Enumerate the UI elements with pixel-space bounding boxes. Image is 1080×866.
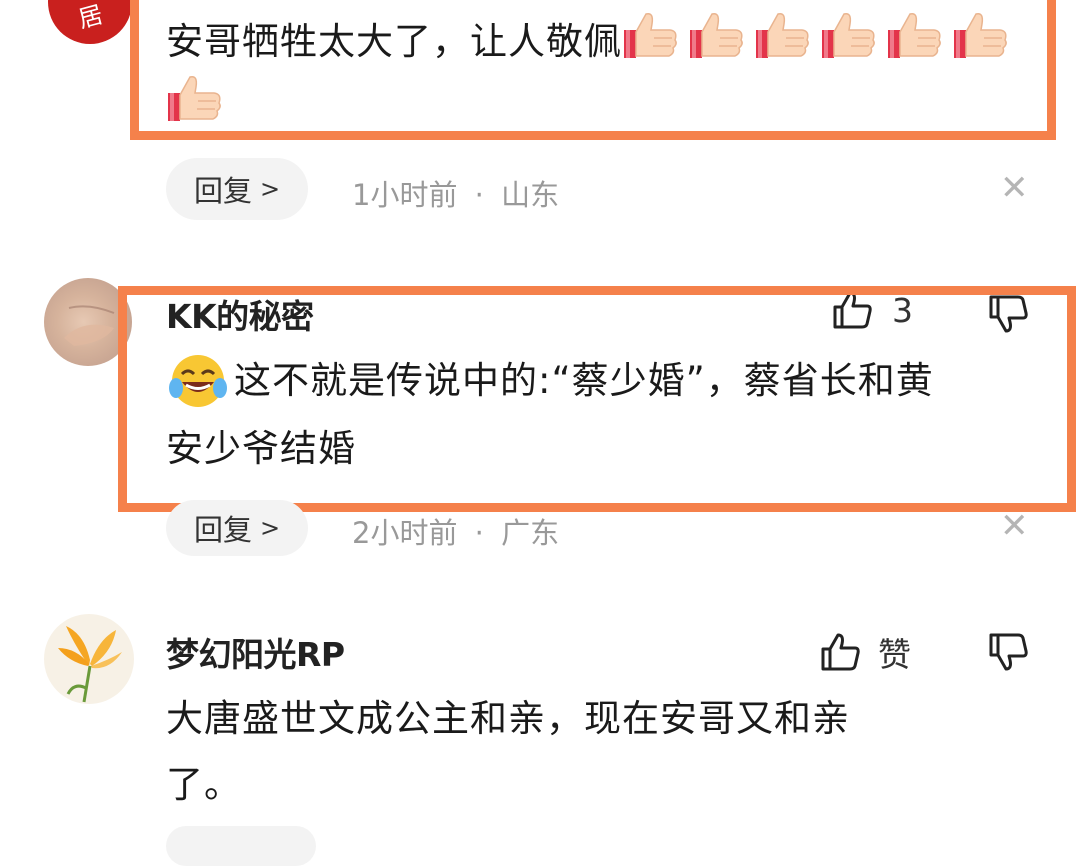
like-button[interactable]: 赞 — [820, 628, 911, 676]
close-icon[interactable]: ✕ — [1000, 506, 1029, 546]
comment-text: 大唐盛世文成公主和亲，现在安哥又和亲 — [166, 688, 1046, 750]
avatar[interactable] — [44, 614, 134, 704]
comment-time: 1小时前 — [352, 178, 458, 212]
meta-separator: · — [474, 516, 484, 550]
avatar-image — [58, 626, 122, 703]
meta-separator: · — [474, 178, 484, 212]
reply-button[interactable] — [166, 826, 316, 866]
comment-location: 广东 — [501, 516, 560, 550]
avatar-text: 居 — [75, 0, 106, 34]
reply-label: 回复 — [194, 513, 253, 547]
highlight-box — [130, 0, 1056, 140]
comment-meta: 1小时前 · 山东 — [352, 172, 559, 214]
reply-button[interactable]: 回复 > — [166, 500, 309, 556]
reply-button[interactable]: 回复 > — [166, 158, 309, 220]
dislike-button[interactable] — [988, 632, 1030, 676]
comment-time: 2小时前 — [352, 516, 458, 550]
comment-text-line2: 了。 — [166, 763, 242, 806]
close-icon[interactable]: ✕ — [1000, 168, 1029, 208]
thumbs-up-icon — [821, 633, 860, 671]
avatar[interactable]: 居 — [48, 0, 132, 44]
reply-label: 回复 — [194, 174, 253, 208]
highlight-box — [118, 286, 1076, 512]
chevron-right-icon: > — [260, 514, 281, 542]
comment-text: 了。 — [166, 754, 1046, 816]
thumbs-down-icon — [989, 633, 1028, 671]
comment-location: 山东 — [501, 178, 560, 212]
chevron-right-icon: > — [260, 175, 281, 203]
comment-meta: 2小时前 · 广东 — [352, 510, 559, 552]
comment-text-line1: 大唐盛世文成公主和亲，现在安哥又和亲 — [166, 697, 850, 740]
like-label: 赞 — [878, 635, 911, 674]
username[interactable]: 梦幻阳光RP — [166, 628, 345, 676]
